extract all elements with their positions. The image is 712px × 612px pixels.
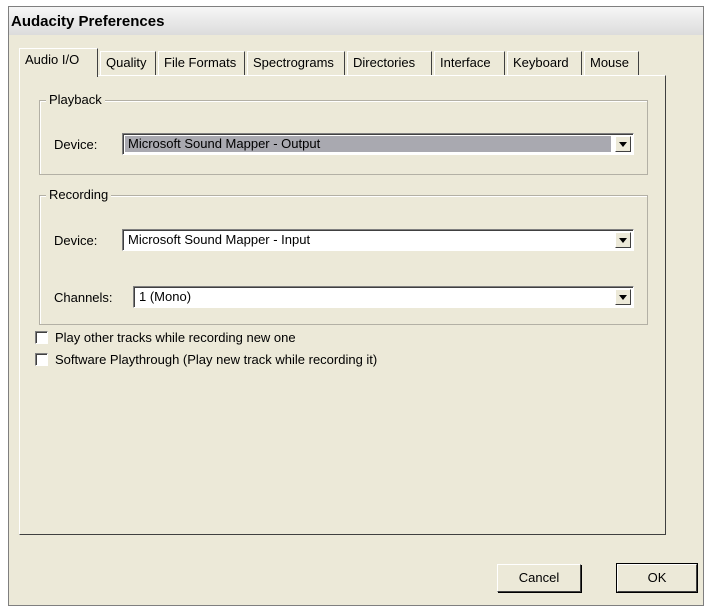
software-playthrough-checkbox[interactable]: [35, 353, 48, 366]
ok-button[interactable]: OK: [616, 563, 698, 593]
recording-channels-value: 1 (Mono): [139, 289, 192, 304]
recording-group: Recording Device: Microsoft Sound Mapper…: [39, 187, 648, 325]
tab-directories[interactable]: Directories: [347, 51, 432, 75]
tab-keyboard[interactable]: Keyboard: [507, 51, 582, 75]
recording-channels-select[interactable]: 1 (Mono): [133, 286, 634, 308]
software-playthrough-label: Software Playthrough (Play new track whi…: [55, 352, 378, 367]
tab-spectrograms[interactable]: Spectrograms: [247, 51, 345, 75]
chevron-down-icon[interactable]: [615, 136, 631, 152]
recording-channels-label: Channels:: [54, 290, 113, 305]
audio-io-panel: Playback Device: Microsoft Sound Mapper …: [19, 75, 666, 535]
playback-group-label: Playback: [46, 92, 105, 107]
recording-group-label: Recording: [46, 187, 112, 202]
cancel-button[interactable]: Cancel: [497, 564, 581, 592]
recording-device-select[interactable]: Microsoft Sound Mapper - Input: [122, 229, 634, 251]
playback-device-label: Device:: [54, 137, 98, 152]
window-title: Audacity Preferences: [11, 13, 165, 30]
play-other-tracks-checkbox[interactable]: [35, 331, 48, 344]
playback-group: Playback Device: Microsoft Sound Mapper …: [39, 92, 648, 175]
tab-mouse[interactable]: Mouse: [584, 51, 639, 75]
tab-audio-io[interactable]: Audio I/O: [19, 48, 98, 77]
chevron-down-icon[interactable]: [615, 289, 631, 305]
preferences-dialog: Audacity Preferences Audio I/O Quality F…: [8, 6, 704, 606]
playback-device-select[interactable]: Microsoft Sound Mapper - Output: [122, 133, 634, 155]
tab-interface[interactable]: Interface: [434, 51, 505, 75]
recording-device-label: Device:: [54, 233, 98, 248]
tab-quality[interactable]: Quality: [100, 51, 156, 75]
title-bar[interactable]: Audacity Preferences: [9, 7, 703, 35]
recording-device-value: Microsoft Sound Mapper - Input: [128, 232, 311, 247]
playback-device-value: Microsoft Sound Mapper - Output: [125, 136, 611, 152]
play-other-tracks-label: Play other tracks while recording new on…: [55, 330, 296, 345]
chevron-down-icon[interactable]: [615, 232, 631, 248]
tab-file-formats[interactable]: File Formats: [158, 51, 245, 75]
